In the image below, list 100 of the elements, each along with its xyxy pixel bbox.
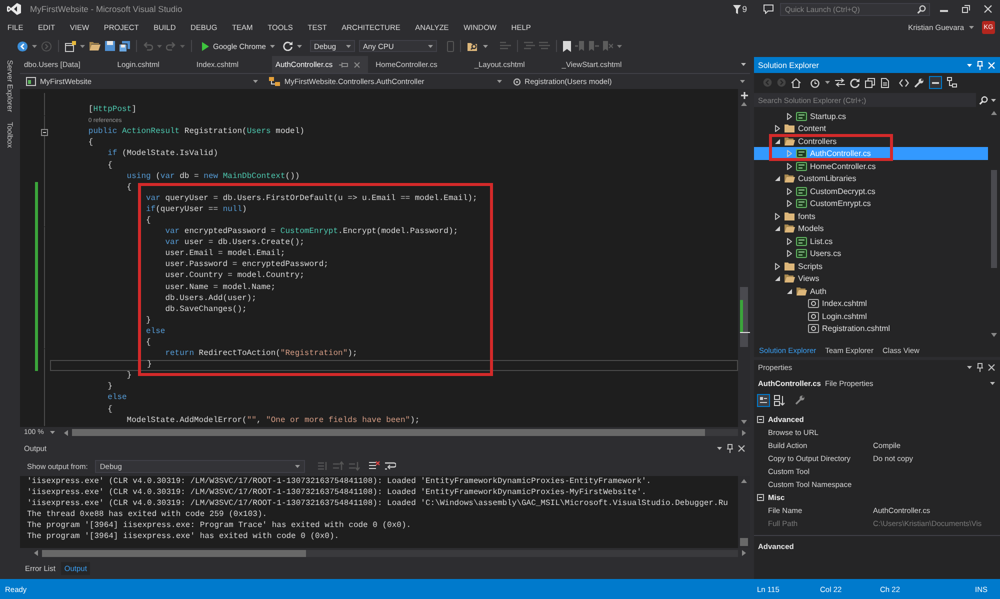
- save-all-icon[interactable]: [119, 40, 130, 52]
- code-line: }: [126, 371, 132, 382]
- caret-icon[interactable]: [80, 44, 85, 48]
- caret-icon[interactable]: [741, 63, 746, 66]
- caret-icon[interactable]: [32, 44, 37, 48]
- hierarchy-icon[interactable]: [947, 77, 957, 88]
- caret-icon[interactable]: [991, 98, 996, 102]
- tree-item[interactable]: Auth: [786, 284, 826, 298]
- scroll-up-icon[interactable]: [741, 479, 747, 483]
- stacked-squares-icon[interactable]: [865, 78, 875, 88]
- refresh-icon[interactable]: [850, 78, 860, 88]
- folder-icon: [784, 262, 795, 270]
- caret-icon: [294, 464, 300, 468]
- collapse-icon[interactable]: [757, 416, 764, 422]
- wrench-icon[interactable]: [914, 78, 924, 88]
- tree-item[interactable]: Views: [774, 272, 820, 285]
- pin-icon[interactable]: [727, 444, 733, 453]
- class-icon: [269, 77, 280, 86]
- find-in-files-icon[interactable]: [466, 40, 479, 52]
- plus-icon[interactable]: [740, 92, 748, 99]
- tree-item[interactable]: CustomLibraries: [774, 172, 856, 185]
- home-icon[interactable]: [791, 78, 801, 88]
- scroll-left-icon[interactable]: [64, 430, 68, 436]
- list-view-icon[interactable]: [757, 394, 770, 406]
- collapsed-arrow-icon[interactable]: [775, 262, 780, 270]
- tree-item[interactable]: Index.cshtml: [798, 297, 867, 310]
- tree-item[interactable]: Scripts: [774, 260, 822, 272]
- scroll-up-icon[interactable]: [741, 102, 747, 106]
- word-wrap-icon[interactable]: [384, 461, 396, 471]
- collapsed-arrow-icon[interactable]: [787, 250, 792, 257]
- back-icon[interactable]: [17, 40, 28, 52]
- scroll-left-icon[interactable]: [34, 550, 38, 556]
- clear-all-icon[interactable]: [368, 461, 380, 471]
- expanded-arrow-icon[interactable]: [775, 138, 780, 144]
- scroll-up-icon[interactable]: [991, 111, 997, 115]
- collapsed-arrow-icon[interactable]: [787, 162, 792, 170]
- code-brackets-icon[interactable]: [899, 78, 909, 86]
- tree-item[interactable]: fonts: [774, 210, 816, 222]
- tree-item[interactable]: Controllers: [774, 134, 837, 148]
- scrollbar-thumb[interactable]: [740, 287, 748, 347]
- bookmark-icon[interactable]: [562, 40, 571, 52]
- wrench-icon[interactable]: [795, 395, 805, 405]
- scroll-right-icon[interactable]: [742, 430, 746, 436]
- scroll-down-icon[interactable]: [991, 333, 997, 337]
- new-window-icon[interactable]: [65, 40, 76, 52]
- scroll-right-icon[interactable]: [742, 550, 746, 556]
- dash-box-icon[interactable]: [929, 76, 942, 89]
- caret-icon[interactable]: [717, 447, 722, 450]
- search-icon[interactable]: [979, 96, 988, 104]
- caret-icon[interactable]: [967, 64, 972, 66]
- collapsed-arrow-icon[interactable]: [775, 125, 780, 132]
- collapsed-arrow-icon[interactable]: [787, 188, 792, 194]
- code-line: db.Users.Add(user);: [165, 294, 256, 304]
- tree-item[interactable]: Models: [774, 222, 824, 235]
- scrollbar-thumb[interactable]: [740, 538, 748, 546]
- tree-item[interactable]: Login.cshtml: [798, 310, 867, 322]
- tree-item[interactable]: CustomEnrypt.cs: [786, 197, 871, 210]
- clock-icon[interactable]: [810, 78, 820, 88]
- tree-item[interactable]: CustomDecrypt.cs: [786, 184, 876, 198]
- code-file-icon: [796, 199, 807, 208]
- save-icon[interactable]: [105, 41, 115, 51]
- collapsed-arrow-icon[interactable]: [787, 200, 792, 207]
- collapse-icon[interactable]: [757, 494, 764, 500]
- expanded-arrow-icon[interactable]: [775, 176, 780, 181]
- scrollbar-thumb[interactable]: [991, 170, 997, 268]
- caret-icon[interactable]: [967, 366, 972, 369]
- caret-icon[interactable]: [296, 44, 302, 48]
- refresh-icon[interactable]: [282, 41, 293, 51]
- tree-item[interactable]: Content: [774, 122, 826, 135]
- caret-icon[interactable]: [482, 44, 488, 48]
- open-folder-icon[interactable]: [89, 41, 101, 51]
- tree-item[interactable]: HomeController.cs: [786, 160, 876, 172]
- collapsed-arrow-icon[interactable]: [787, 238, 792, 244]
- close-icon[interactable]: [984, 5, 992, 13]
- sort-icon[interactable]: [774, 394, 785, 406]
- caret-icon[interactable]: [270, 44, 275, 48]
- notifications-button[interactable]: 9: [733, 4, 747, 14]
- tree-item[interactable]: Registration.cshtml: [798, 322, 890, 335]
- web-file-icon: [808, 299, 819, 308]
- pin-icon[interactable]: [338, 62, 348, 68]
- tree-item[interactable]: Users.cs: [786, 247, 842, 260]
- collapsed-arrow-icon[interactable]: [775, 212, 780, 220]
- document-icon[interactable]: [880, 78, 890, 88]
- speech-bubble-icon[interactable]: [763, 4, 774, 14]
- close-icon[interactable]: [738, 445, 745, 452]
- tree-item[interactable]: List.cs: [786, 234, 833, 248]
- restore-icon[interactable]: [962, 5, 970, 13]
- expanded-arrow-icon[interactable]: [775, 276, 780, 281]
- collapse-icon[interactable]: [40, 128, 48, 136]
- scrollbar-thumb[interactable]: [42, 550, 306, 556]
- expanded-arrow-icon[interactable]: [787, 288, 792, 294]
- close-icon[interactable]: [988, 364, 995, 371]
- scroll-down-icon[interactable]: [741, 420, 747, 424]
- tree-item[interactable]: Startup.cs: [786, 110, 846, 122]
- expanded-arrow-icon[interactable]: [775, 226, 780, 231]
- caret-icon[interactable]: [825, 81, 830, 84]
- pin-icon[interactable]: [977, 363, 983, 372]
- swap-arrows-icon[interactable]: [835, 78, 845, 87]
- collapsed-arrow-icon[interactable]: [787, 112, 792, 120]
- horizontal-scrollbar[interactable]: [42, 550, 738, 556]
